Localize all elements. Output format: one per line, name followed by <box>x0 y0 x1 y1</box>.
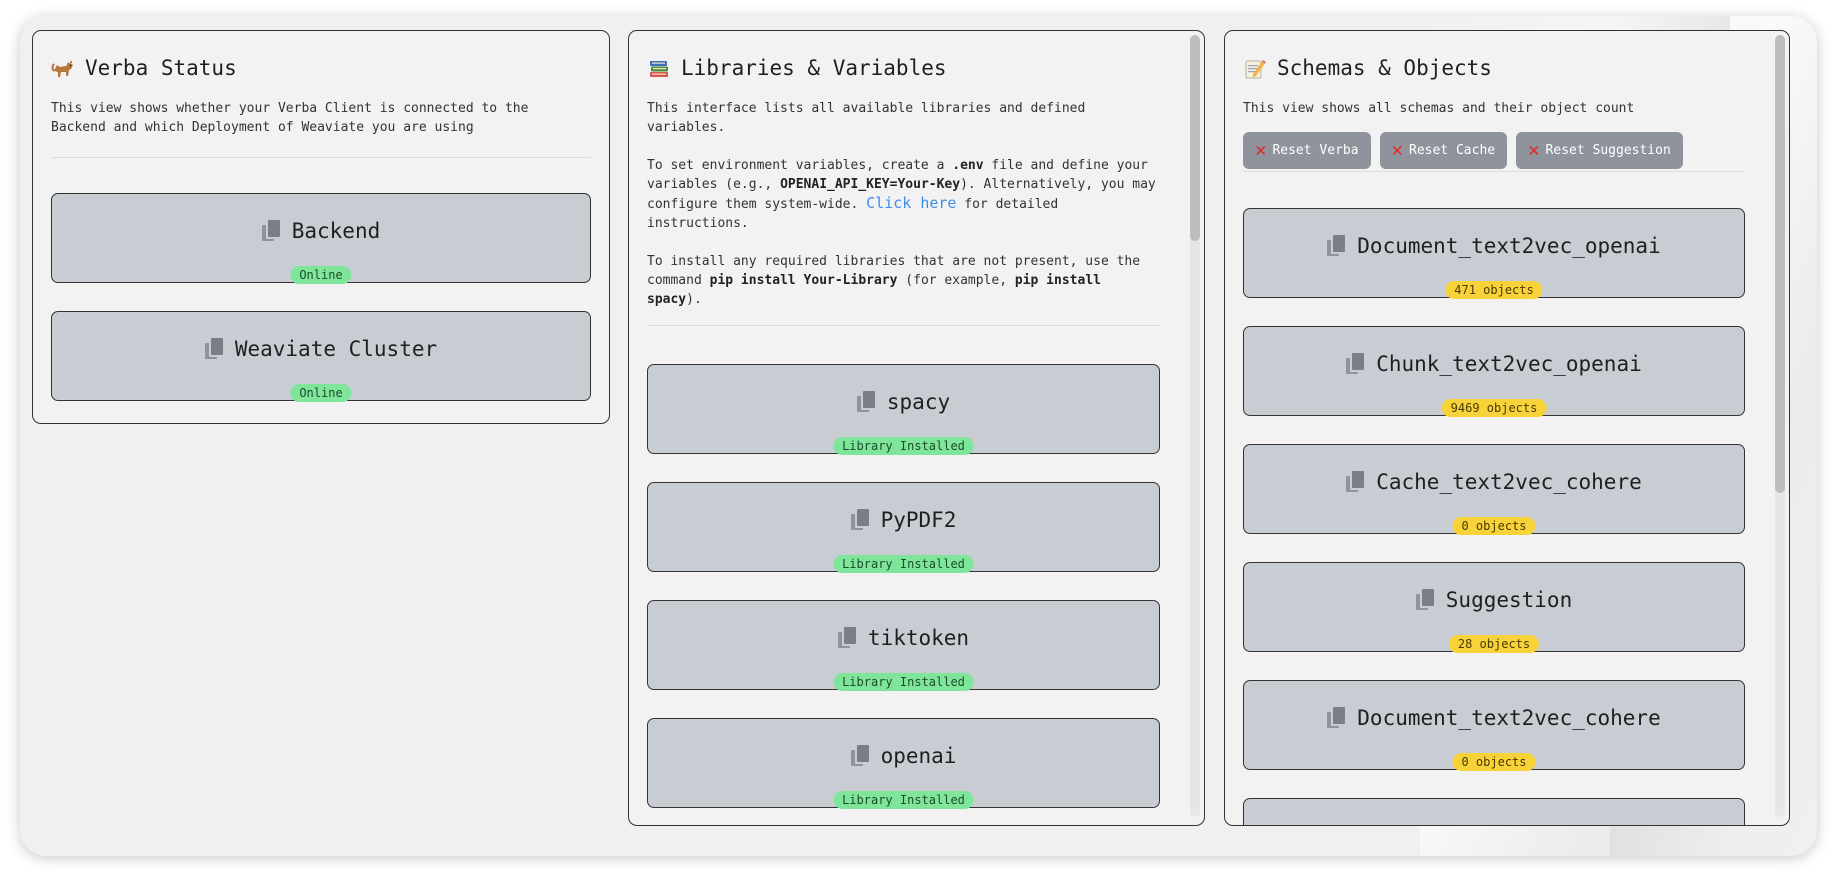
library-card-spacy[interactable]: spacy Library Installed <box>647 364 1160 455</box>
schema-card[interactable]: Suggestion 28 objects <box>1243 562 1745 653</box>
button-label: Reset Verba <box>1272 143 1359 158</box>
documents-icon <box>261 220 282 242</box>
library-name: openai <box>880 744 957 768</box>
library-name: PyPDF2 <box>880 508 957 532</box>
schema-card[interactable]: Cache_text2vec_cohere 0 objects <box>1243 444 1745 535</box>
env-example: OPENAI_API_KEY=Your-Key <box>780 177 961 192</box>
libraries-variables-panel: Libraries & Variables This interface lis… <box>628 30 1205 826</box>
schema-name: Suggestion <box>1445 588 1573 612</box>
divider <box>647 325 1160 326</box>
app-window: Verba Status This view shows whether you… <box>20 16 1817 856</box>
schema-card[interactable]: Document_text2vec_cohere 0 objects <box>1243 680 1745 771</box>
library-status-badge: Library Installed <box>833 555 974 573</box>
documents-icon <box>1415 589 1436 611</box>
schema-card[interactable]: Chunk_text2vec_openai 9469 objects <box>1243 326 1745 417</box>
library-status-badge: Library Installed <box>833 437 974 455</box>
libraries-intro: This interface lists all available libra… <box>647 101 1086 135</box>
object-count-badge: 471 objects <box>1445 281 1543 299</box>
weaviate-cluster-status-card[interactable]: Weaviate Cluster Online <box>51 311 591 402</box>
documents-icon <box>856 391 877 413</box>
verba-status-panel: Verba Status This view shows whether you… <box>32 30 610 424</box>
verba-status-description: This view shows whether your Verba Clien… <box>51 101 529 135</box>
reset-cache-button[interactable]: ✕ Reset Cache <box>1379 132 1508 169</box>
books-emoji-icon <box>647 56 671 80</box>
panel-title: Libraries & Variables <box>647 51 1160 85</box>
schema-name: Document_text2vec_openai <box>1357 234 1661 258</box>
object-count-badge: 0 objects <box>1452 517 1536 535</box>
cat-emoji-icon <box>51 56 75 80</box>
reset-toolbar: ✕ Reset Verba ✕ Reset Cache ✕ Reset Sugg… <box>1243 132 1745 169</box>
schema-card-partial[interactable] <box>1243 798 1745 825</box>
documents-icon <box>1346 471 1366 493</box>
backend-status-card[interactable]: Backend Online <box>51 193 591 284</box>
libraries-title: Libraries & Variables <box>681 56 947 80</box>
status-badge: Online <box>290 384 352 402</box>
card-label: Weaviate Cluster <box>234 337 438 361</box>
card-label: Backend <box>291 219 381 243</box>
panel-title: Verba Status <box>51 51 591 85</box>
documents-icon <box>1327 235 1347 257</box>
library-card-openai[interactable]: openai Library Installed <box>647 718 1160 809</box>
documents-icon <box>837 627 858 649</box>
schemas-objects-panel: Schemas & Objects This view shows all sc… <box>1224 30 1790 826</box>
schema-name: Cache_text2vec_cohere <box>1376 470 1642 494</box>
install-command: pip install Your-Library <box>709 273 898 288</box>
library-name: tiktoken <box>867 626 970 650</box>
documents-icon <box>1346 353 1366 375</box>
reset-verba-button[interactable]: ✕ Reset Verba <box>1243 132 1371 169</box>
button-label: Reset Cache <box>1409 143 1496 158</box>
env-file-name: .env <box>952 158 984 173</box>
object-count-badge: 9469 objects <box>1441 399 1547 417</box>
schema-name: Document_text2vec_cohere <box>1357 706 1661 730</box>
reset-suggestion-button[interactable]: ✕ Reset Suggestion <box>1516 132 1683 169</box>
button-label: Reset Suggestion <box>1545 143 1671 158</box>
close-x-icon: ✕ <box>1528 139 1540 161</box>
scrollbar-thumb[interactable] <box>1190 35 1200 241</box>
library-card-tiktoken[interactable]: tiktoken Library Installed <box>647 600 1160 691</box>
close-x-icon: ✕ <box>1255 139 1267 161</box>
library-name: spacy <box>886 390 951 414</box>
install-text: (for example, <box>897 273 1015 288</box>
install-text: ). <box>686 292 702 307</box>
documents-icon <box>850 509 871 531</box>
env-instructions: To set environment variables, create a .… <box>647 156 1160 233</box>
scrollbar-thumb[interactable] <box>1775 35 1785 493</box>
documents-icon <box>204 338 225 360</box>
library-card-pypdf2[interactable]: PyPDF2 Library Installed <box>647 482 1160 573</box>
object-count-badge: 28 objects <box>1448 635 1540 653</box>
install-instructions: To install any required libraries that a… <box>647 252 1160 309</box>
schema-name: Chunk_text2vec_openai <box>1376 352 1642 376</box>
status-badge: Online <box>290 266 352 284</box>
documents-icon <box>850 745 871 767</box>
object-count-badge: 0 objects <box>1452 753 1536 771</box>
instructions-link[interactable]: Click here <box>866 194 956 212</box>
schemas-description: This view shows all schemas and their ob… <box>1243 101 1635 116</box>
libraries-description: This interface lists all available libra… <box>647 99 1160 309</box>
verba-status-title: Verba Status <box>85 56 237 80</box>
env-text: To set environment variables, create a <box>647 158 953 173</box>
panel-title: Schemas & Objects <box>1243 51 1745 85</box>
close-x-icon: ✕ <box>1391 139 1403 161</box>
library-status-badge: Library Installed <box>833 791 974 809</box>
divider <box>51 157 591 158</box>
library-status-badge: Library Installed <box>833 673 974 691</box>
schema-card[interactable]: Document_text2vec_openai 471 objects <box>1243 208 1745 299</box>
divider <box>1243 171 1745 172</box>
memo-emoji-icon <box>1243 56 1267 80</box>
libraries-scrollbar[interactable] <box>1190 35 1200 817</box>
schemas-scrollbar[interactable] <box>1775 35 1785 817</box>
schemas-title: Schemas & Objects <box>1277 56 1492 80</box>
documents-icon <box>1327 707 1347 729</box>
